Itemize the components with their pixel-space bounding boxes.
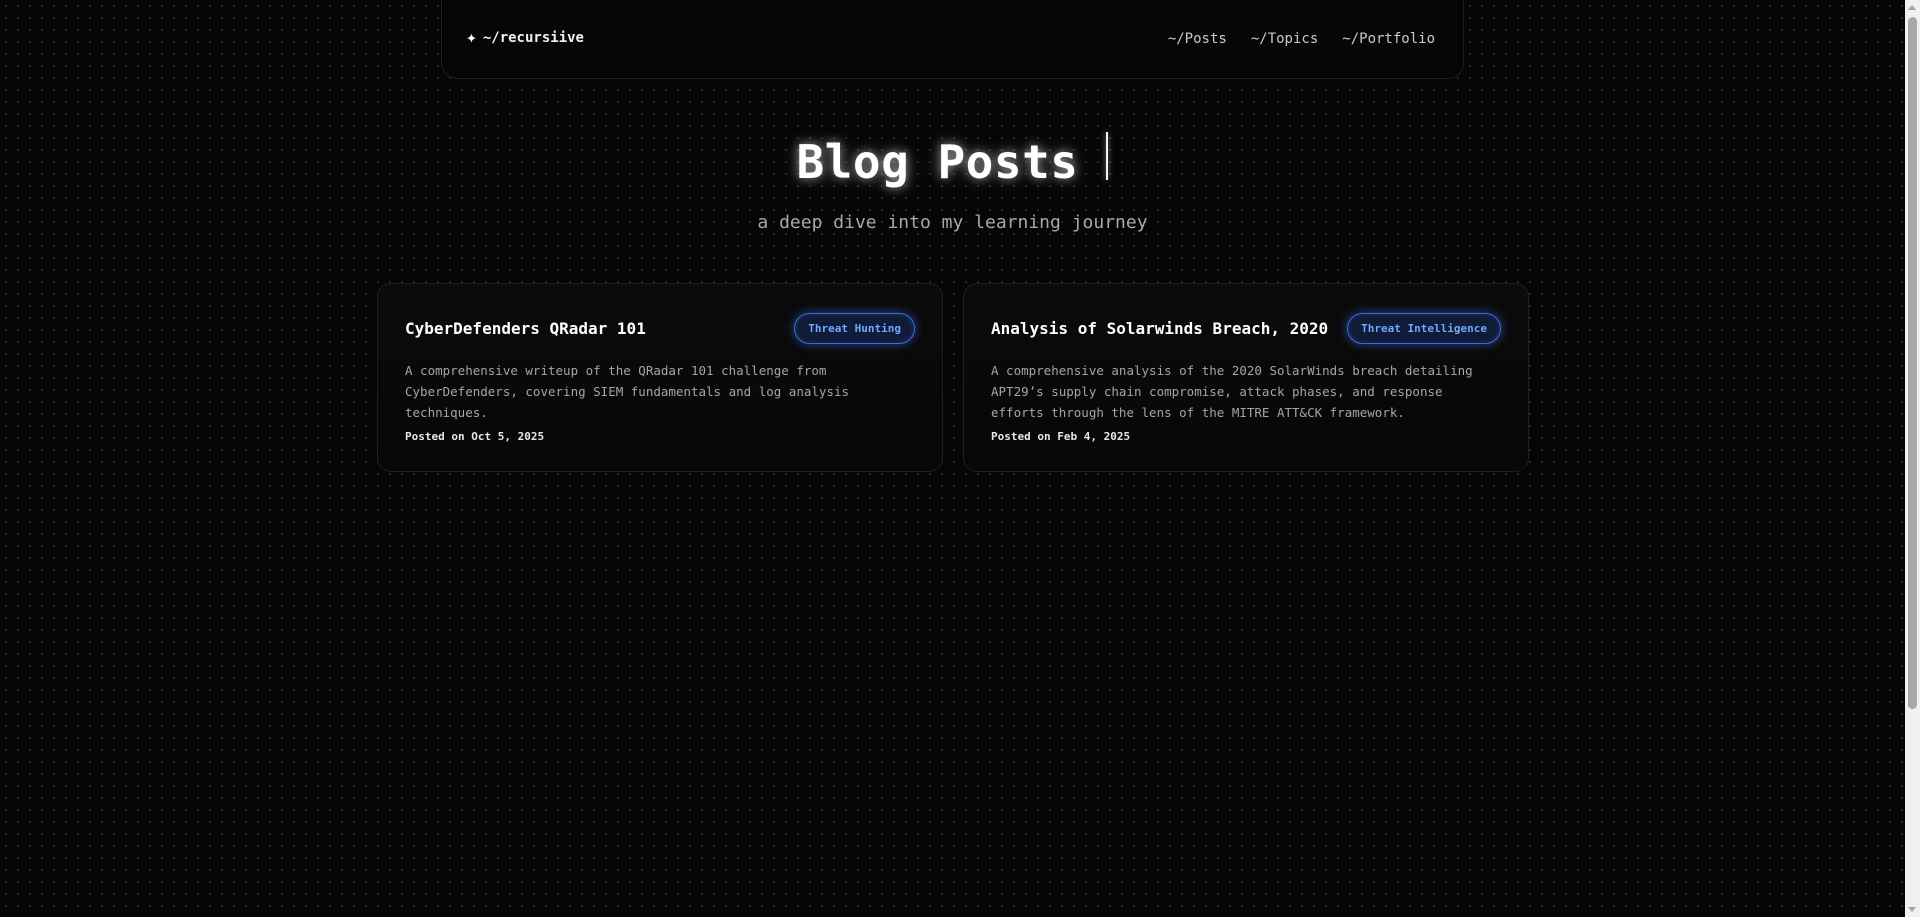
nav-link-posts[interactable]: ~/Posts: [1168, 31, 1227, 47]
post-card[interactable]: Analysis of Solarwinds Breach, 2020 Thre…: [963, 283, 1529, 472]
post-tag-badge[interactable]: Threat Hunting: [794, 312, 915, 344]
post-date: Posted on Oct 5, 2025: [405, 430, 545, 443]
post-card-header: Analysis of Solarwinds Breach, 2020 Thre…: [991, 312, 1501, 344]
scroll-up-arrow-icon[interactable]: [1908, 5, 1916, 10]
post-date: Posted on Feb 4, 2025: [991, 430, 1131, 443]
post-card[interactable]: CyberDefenders QRadar 101 Threat Hunting…: [377, 283, 943, 472]
post-description: A comprehensive writeup of the QRadar 10…: [405, 363, 850, 420]
sparkle-icon: ✦: [466, 27, 477, 48]
page-title: Blog Posts: [0, 132, 1905, 189]
post-description: A comprehensive analysis of the 2020 Sol…: [991, 363, 1473, 420]
brand-link[interactable]: ✦ ~/recursiive: [466, 29, 584, 47]
navbar: ✦ ~/recursiive ~/Posts ~/Topics ~/Portfo…: [441, 0, 1464, 79]
post-title[interactable]: Analysis of Solarwinds Breach, 2020: [991, 319, 1328, 338]
brand-label: ~/recursiive: [482, 30, 584, 46]
post-card-header: CyberDefenders QRadar 101 Threat Hunting: [405, 312, 915, 344]
nav-links: ~/Posts ~/Topics ~/Portfolio: [1168, 31, 1435, 47]
nav-link-topics[interactable]: ~/Topics: [1251, 31, 1318, 47]
post-tag-badge[interactable]: Threat Intelligence: [1347, 312, 1501, 344]
scroll-down-arrow-icon[interactable]: [1908, 907, 1916, 912]
post-title[interactable]: CyberDefenders QRadar 101: [405, 319, 646, 338]
vertical-scrollbar[interactable]: [1905, 0, 1920, 917]
nav-link-portfolio[interactable]: ~/Portfolio: [1342, 31, 1435, 47]
typing-cursor: [1106, 132, 1109, 180]
page-subtitle: a deep dive into my learning journey: [757, 212, 1148, 233]
page-title-text: Blog Posts: [796, 135, 1079, 189]
page: ✦ ~/recursiive ~/Posts ~/Topics ~/Portfo…: [0, 0, 1905, 917]
post-list: CyberDefenders QRadar 101 Threat Hunting…: [377, 283, 1529, 472]
scrollbar-thumb[interactable]: [1908, 17, 1917, 709]
